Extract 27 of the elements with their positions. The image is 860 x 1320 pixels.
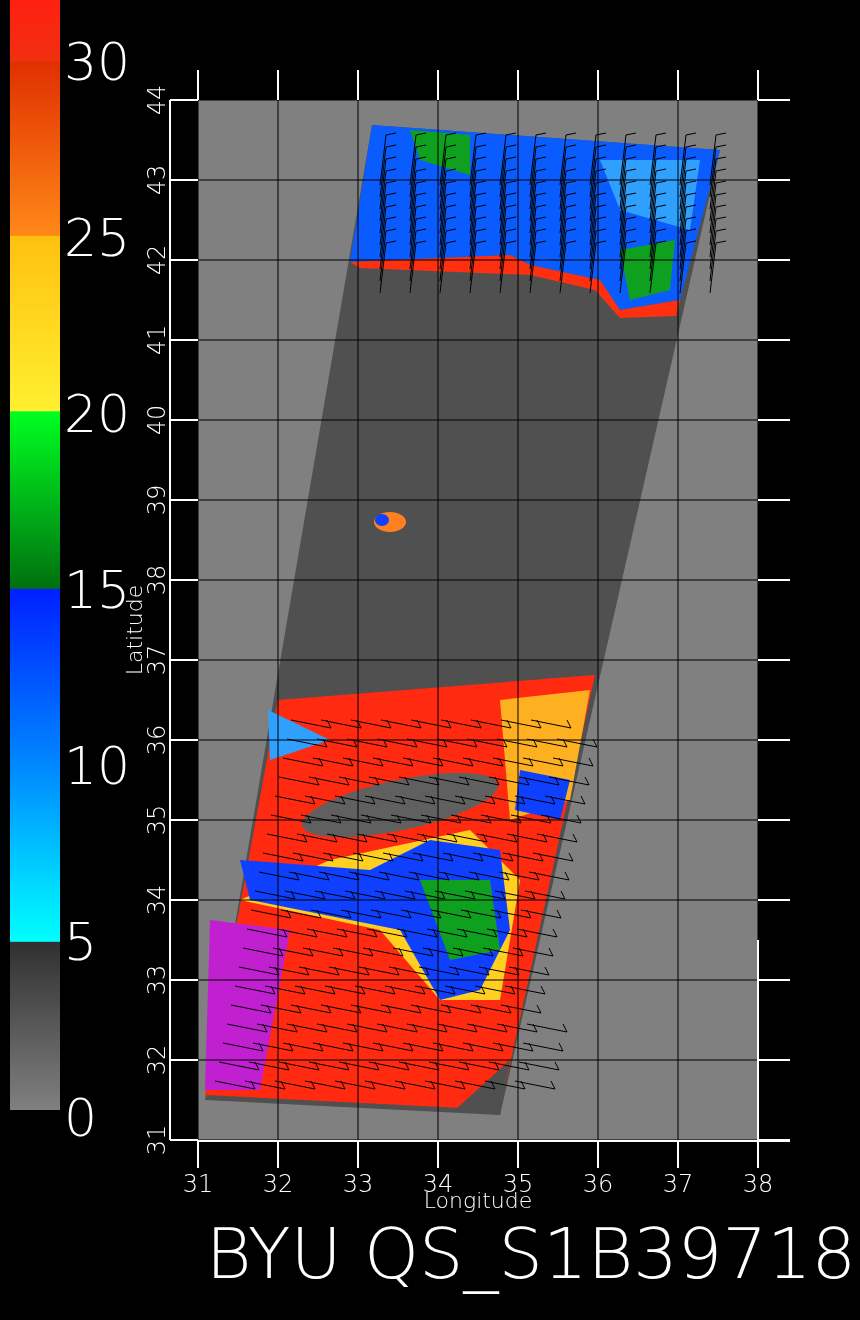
tick-label: 31 — [143, 1124, 171, 1156]
tick-label: 34 — [143, 884, 171, 916]
tick-label: 36 — [143, 724, 171, 756]
tick-label: 41 — [143, 324, 171, 356]
tick-label: 40 — [143, 404, 171, 436]
tick-label: 33 — [143, 964, 171, 996]
tick-label: 32 — [143, 1044, 171, 1076]
tick-label: 37 — [143, 644, 171, 676]
scale-label: 25 — [64, 208, 131, 268]
scale-label: 30 — [64, 32, 131, 92]
scale-label: 5 — [64, 912, 98, 972]
tick-label: 37 — [662, 1170, 694, 1198]
tick-label: 33 — [342, 1170, 374, 1198]
scale-label: 10 — [64, 736, 131, 796]
tick-label: 44 — [143, 84, 171, 116]
tick-label: 32 — [262, 1170, 294, 1198]
tick-label: 31 — [182, 1170, 214, 1198]
tick-label: 43 — [143, 164, 171, 196]
scale-label: 20 — [64, 384, 131, 444]
chart-title: BYU QS_S1B39718 — [205, 1213, 856, 1295]
tick-label: 36 — [582, 1170, 614, 1198]
tick-label: 38 — [143, 564, 171, 596]
tick-label: 39 — [143, 484, 171, 516]
scale-label: 0 — [64, 1088, 98, 1148]
tick-label: 38 — [742, 1170, 774, 1198]
tick-label: 35 — [143, 804, 171, 836]
tick-label: 42 — [143, 244, 171, 276]
